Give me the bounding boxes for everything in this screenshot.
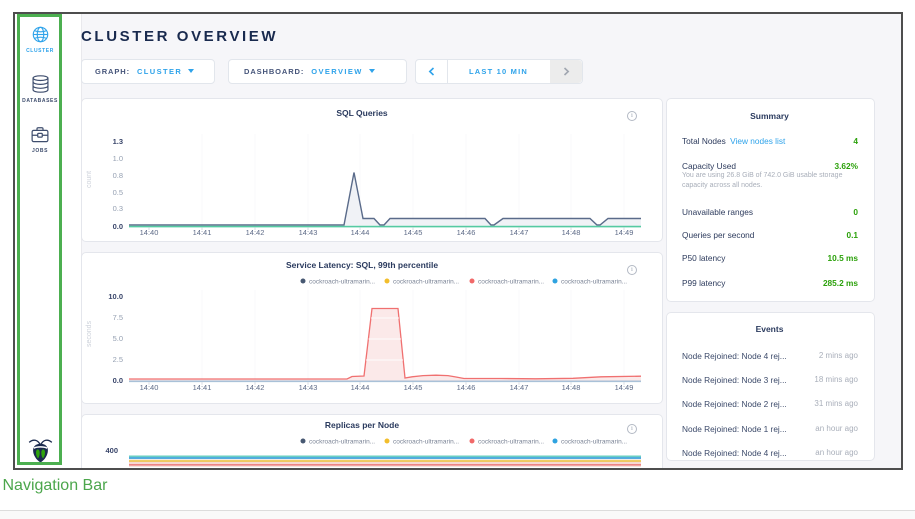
svg-text:14:46: 14:46 [457, 228, 476, 237]
svg-text:1.0: 1.0 [113, 154, 123, 163]
svg-text:0.5: 0.5 [113, 188, 123, 197]
svg-text:0.0: 0.0 [113, 376, 123, 385]
svg-text:cockroach-ultramarin...: cockroach-ultramarin... [561, 279, 627, 286]
svg-text:14:43: 14:43 [299, 228, 318, 237]
svg-text:14:40: 14:40 [140, 228, 159, 237]
svg-text:10.0: 10.0 [108, 292, 123, 301]
svg-text:0.8: 0.8 [113, 171, 123, 180]
svg-text:14:42: 14:42 [246, 383, 265, 392]
svg-text:14:49: 14:49 [615, 228, 634, 237]
svg-text:count: count [86, 170, 93, 187]
svg-text:0.3: 0.3 [113, 204, 123, 213]
svg-text:14:40: 14:40 [140, 383, 159, 392]
svg-text:0.0: 0.0 [113, 222, 123, 231]
svg-text:14:41: 14:41 [193, 383, 212, 392]
svg-text:5.0: 5.0 [113, 334, 123, 343]
svg-text:14:42: 14:42 [246, 228, 265, 237]
svg-text:cockroach-ultramarin...: cockroach-ultramarin... [393, 438, 459, 445]
svg-text:400: 400 [105, 446, 118, 455]
svg-text:cockroach-ultramarin...: cockroach-ultramarin... [309, 279, 375, 286]
svg-text:cockroach-ultramarin...: cockroach-ultramarin... [561, 438, 627, 445]
svg-text:14:48: 14:48 [562, 228, 581, 237]
svg-text:7.5: 7.5 [113, 313, 123, 322]
svg-text:14:48: 14:48 [562, 383, 581, 392]
svg-text:cockroach-ultramarin...: cockroach-ultramarin... [393, 279, 459, 286]
svg-text:14:45: 14:45 [404, 383, 423, 392]
svg-text:14:43: 14:43 [299, 383, 318, 392]
svg-text:14:47: 14:47 [510, 228, 529, 237]
svg-text:seconds: seconds [86, 320, 93, 347]
svg-text:2.5: 2.5 [113, 355, 123, 364]
svg-text:cockroach-ultramarin...: cockroach-ultramarin... [478, 279, 544, 286]
svg-text:14:44: 14:44 [351, 228, 370, 237]
svg-text:14:49: 14:49 [615, 383, 634, 392]
svg-text:14:47: 14:47 [510, 383, 529, 392]
svg-text:cockroach-ultramarin...: cockroach-ultramarin... [309, 438, 375, 445]
svg-text:1.3: 1.3 [113, 137, 123, 146]
svg-text:14:46: 14:46 [457, 383, 476, 392]
svg-text:14:44: 14:44 [351, 383, 370, 392]
svg-text:14:45: 14:45 [404, 228, 423, 237]
svg-text:14:41: 14:41 [193, 228, 212, 237]
svg-text:cockroach-ultramarin...: cockroach-ultramarin... [478, 438, 544, 445]
